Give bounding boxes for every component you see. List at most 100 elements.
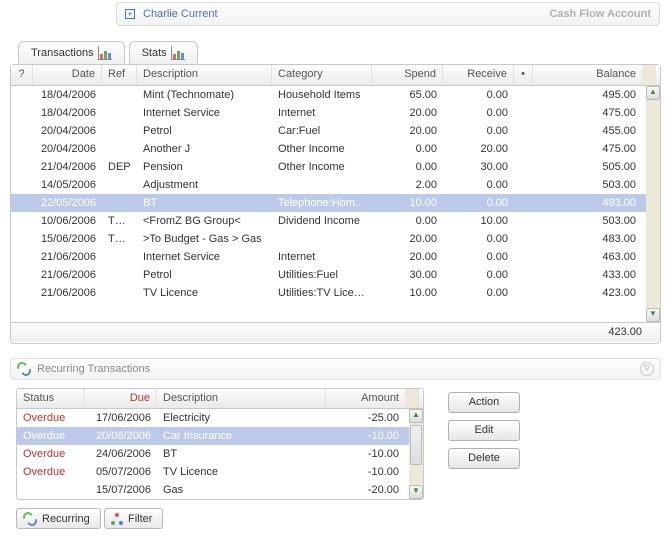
col-category[interactable]: Category: [272, 65, 372, 85]
cell-ref: [102, 292, 137, 294]
cell-category: Other Income: [272, 142, 372, 156]
recurring-rows[interactable]: Overdue17/06/2006Electricity-25.00Overdu…: [17, 409, 409, 499]
col-help[interactable]: ?: [11, 65, 33, 85]
cell-category: [272, 238, 372, 240]
transactions-footer: 423.00: [11, 322, 660, 342]
cell-date: 20/04/2006: [11, 124, 102, 138]
col-balance[interactable]: Balance: [533, 65, 642, 85]
table-row[interactable]: 21/06/2006Internet ServiceInternet20.000…: [11, 248, 646, 266]
col-description[interactable]: Description: [137, 65, 272, 85]
scroll-down-icon[interactable]: ▼: [646, 308, 660, 322]
cell-spend: 65.00: [372, 88, 443, 102]
table-row[interactable]: 14/05/2006Adjustment2.000.00503.00: [11, 176, 646, 194]
table-row[interactable]: 18/04/2006Internet ServiceInternet20.000…: [11, 104, 646, 122]
cell-balance: 493.00: [533, 196, 642, 210]
account-subtitle: Cash Flow Account: [549, 8, 651, 20]
table-row[interactable]: 15/07/2006Gas-20.00: [17, 481, 409, 499]
delete-button[interactable]: Delete: [448, 448, 520, 469]
cell-balance: 475.00: [533, 106, 642, 120]
cell-balance: 483.00: [533, 232, 642, 246]
recurring-panel: Status Due Description Amount Overdue17/…: [16, 388, 424, 500]
scroll-up-icon[interactable]: ▲: [646, 86, 660, 100]
rcol-status[interactable]: Status: [17, 389, 84, 408]
action-button[interactable]: Action: [448, 392, 520, 413]
cell-category: Household Items: [272, 88, 372, 102]
transactions-scrollbar[interactable]: ▲ ▼: [646, 86, 660, 322]
expand-icon[interactable]: +: [125, 9, 135, 19]
recurring-scrollbar[interactable]: ▲ ▼: [409, 409, 423, 499]
table-row[interactable]: 10/06/2006TXFR<FromZ BG Group<Dividend I…: [11, 212, 646, 230]
table-row[interactable]: 18/04/2006Mint (Technomate)Household Ite…: [11, 86, 646, 104]
transactions-panel: ? Date Ref Description Category Spend Re…: [10, 64, 661, 344]
cell-spend: 2.00: [372, 178, 443, 192]
cell-status: Overdue: [17, 429, 84, 443]
cell-spend: 20.00: [372, 250, 443, 264]
tab-stats-label: Stats: [142, 47, 167, 59]
cell-receive: 0.00: [443, 268, 514, 282]
cell-amount: -10.00: [326, 447, 405, 461]
table-row[interactable]: 21/06/2006TV LicenceUtilities:TV Licence…: [11, 284, 646, 302]
edit-button[interactable]: Edit: [448, 420, 520, 441]
cell-receive: 0.00: [443, 250, 514, 264]
cell-balance: 475.00: [533, 142, 642, 156]
table-row[interactable]: 20/04/2006PetrolCar:Fuel20.000.00455.00: [11, 122, 646, 140]
cell-due: 17/06/2006: [84, 411, 157, 425]
cell-balance: 463.00: [533, 250, 642, 264]
col-ref[interactable]: Ref: [102, 65, 137, 85]
cell-due: 20/06/2006: [84, 429, 157, 443]
chevron-down-icon[interactable]: ▽: [640, 362, 654, 376]
rcol-description[interactable]: Description: [157, 389, 326, 408]
table-row[interactable]: Overdue24/06/2006BT-10.00: [17, 445, 409, 463]
table-row[interactable]: 21/04/2006DEPPensionOther Income0.0030.0…: [11, 158, 646, 176]
scroll-down-icon[interactable]: ▼: [409, 485, 423, 499]
recurring-section-title: Recurring Transactions ▽: [10, 358, 661, 380]
cell-ref: TXFR: [102, 214, 137, 228]
cell-balance: 503.00: [533, 178, 642, 192]
recurring-title-label: Recurring Transactions: [37, 363, 150, 375]
cell-receive: 10.00: [443, 214, 514, 228]
recurring-toggle-label: Recurring: [42, 513, 90, 525]
filter-toggle-label: Filter: [128, 513, 152, 525]
cell-description: Petrol: [137, 124, 272, 138]
col-marker[interactable]: •: [514, 65, 533, 85]
table-row[interactable]: Overdue17/06/2006Electricity-25.00: [17, 409, 409, 427]
cell-description: <FromZ BG Group<: [137, 214, 272, 228]
cell-due: 15/07/2006: [84, 483, 157, 497]
cell-spend: 10.00: [372, 286, 443, 300]
table-row[interactable]: 20/04/2006Another JOther Income0.0020.00…: [11, 140, 646, 158]
scroll-up-icon[interactable]: ▲: [409, 409, 423, 423]
tab-transactions[interactable]: Transactions: [18, 41, 125, 66]
cell-receive: 0.00: [443, 286, 514, 300]
table-row[interactable]: 15/06/2006TXFR>To Budget - Gas > Gas20.0…: [11, 230, 646, 248]
col-spend[interactable]: Spend: [372, 65, 443, 85]
transactions-rows[interactable]: 18/04/2006Mint (Technomate)Household Ite…: [11, 86, 646, 322]
transactions-header: ? Date Ref Description Category Spend Re…: [11, 65, 660, 86]
cell-receive: 0.00: [443, 106, 514, 120]
table-row[interactable]: 22/05/2006BTTelephone:Hom..10.000.00493.…: [11, 194, 646, 212]
table-row[interactable]: Overdue20/06/2006Car Insurance-10.00: [17, 427, 409, 445]
cell-balance: 505.00: [533, 160, 642, 174]
col-date[interactable]: Date: [33, 65, 102, 85]
footer-balance: 423.00: [608, 326, 642, 338]
chart-icon: [98, 46, 112, 60]
cell-ref: [102, 256, 137, 258]
cell-description: Another J: [137, 142, 272, 156]
col-receive[interactable]: Receive: [443, 65, 514, 85]
rcol-amount[interactable]: Amount: [326, 389, 405, 408]
tab-stats[interactable]: Stats: [129, 41, 198, 66]
cell-receive: 0.00: [443, 196, 514, 210]
table-row[interactable]: Overdue05/07/2006TV Licence-10.00: [17, 463, 409, 481]
cell-receive: 0.00: [443, 232, 514, 246]
cell-spend: 20.00: [372, 232, 443, 246]
cell-category: Telephone:Hom..: [272, 196, 372, 210]
table-row[interactable]: 21/06/2006PetrolUtilities:Fuel30.000.004…: [11, 266, 646, 284]
filter-toggle-button[interactable]: Filter: [104, 508, 163, 529]
recurring-toggle-button[interactable]: Recurring: [16, 508, 101, 529]
cell-marker: [514, 130, 533, 132]
cell-balance: 495.00: [533, 88, 642, 102]
account-name[interactable]: Charlie Current: [143, 8, 549, 20]
cell-ref: [102, 274, 137, 276]
cell-spend: 30.00: [372, 268, 443, 282]
rcol-due[interactable]: Due: [84, 389, 157, 408]
scroll-thumb[interactable]: [410, 425, 422, 465]
